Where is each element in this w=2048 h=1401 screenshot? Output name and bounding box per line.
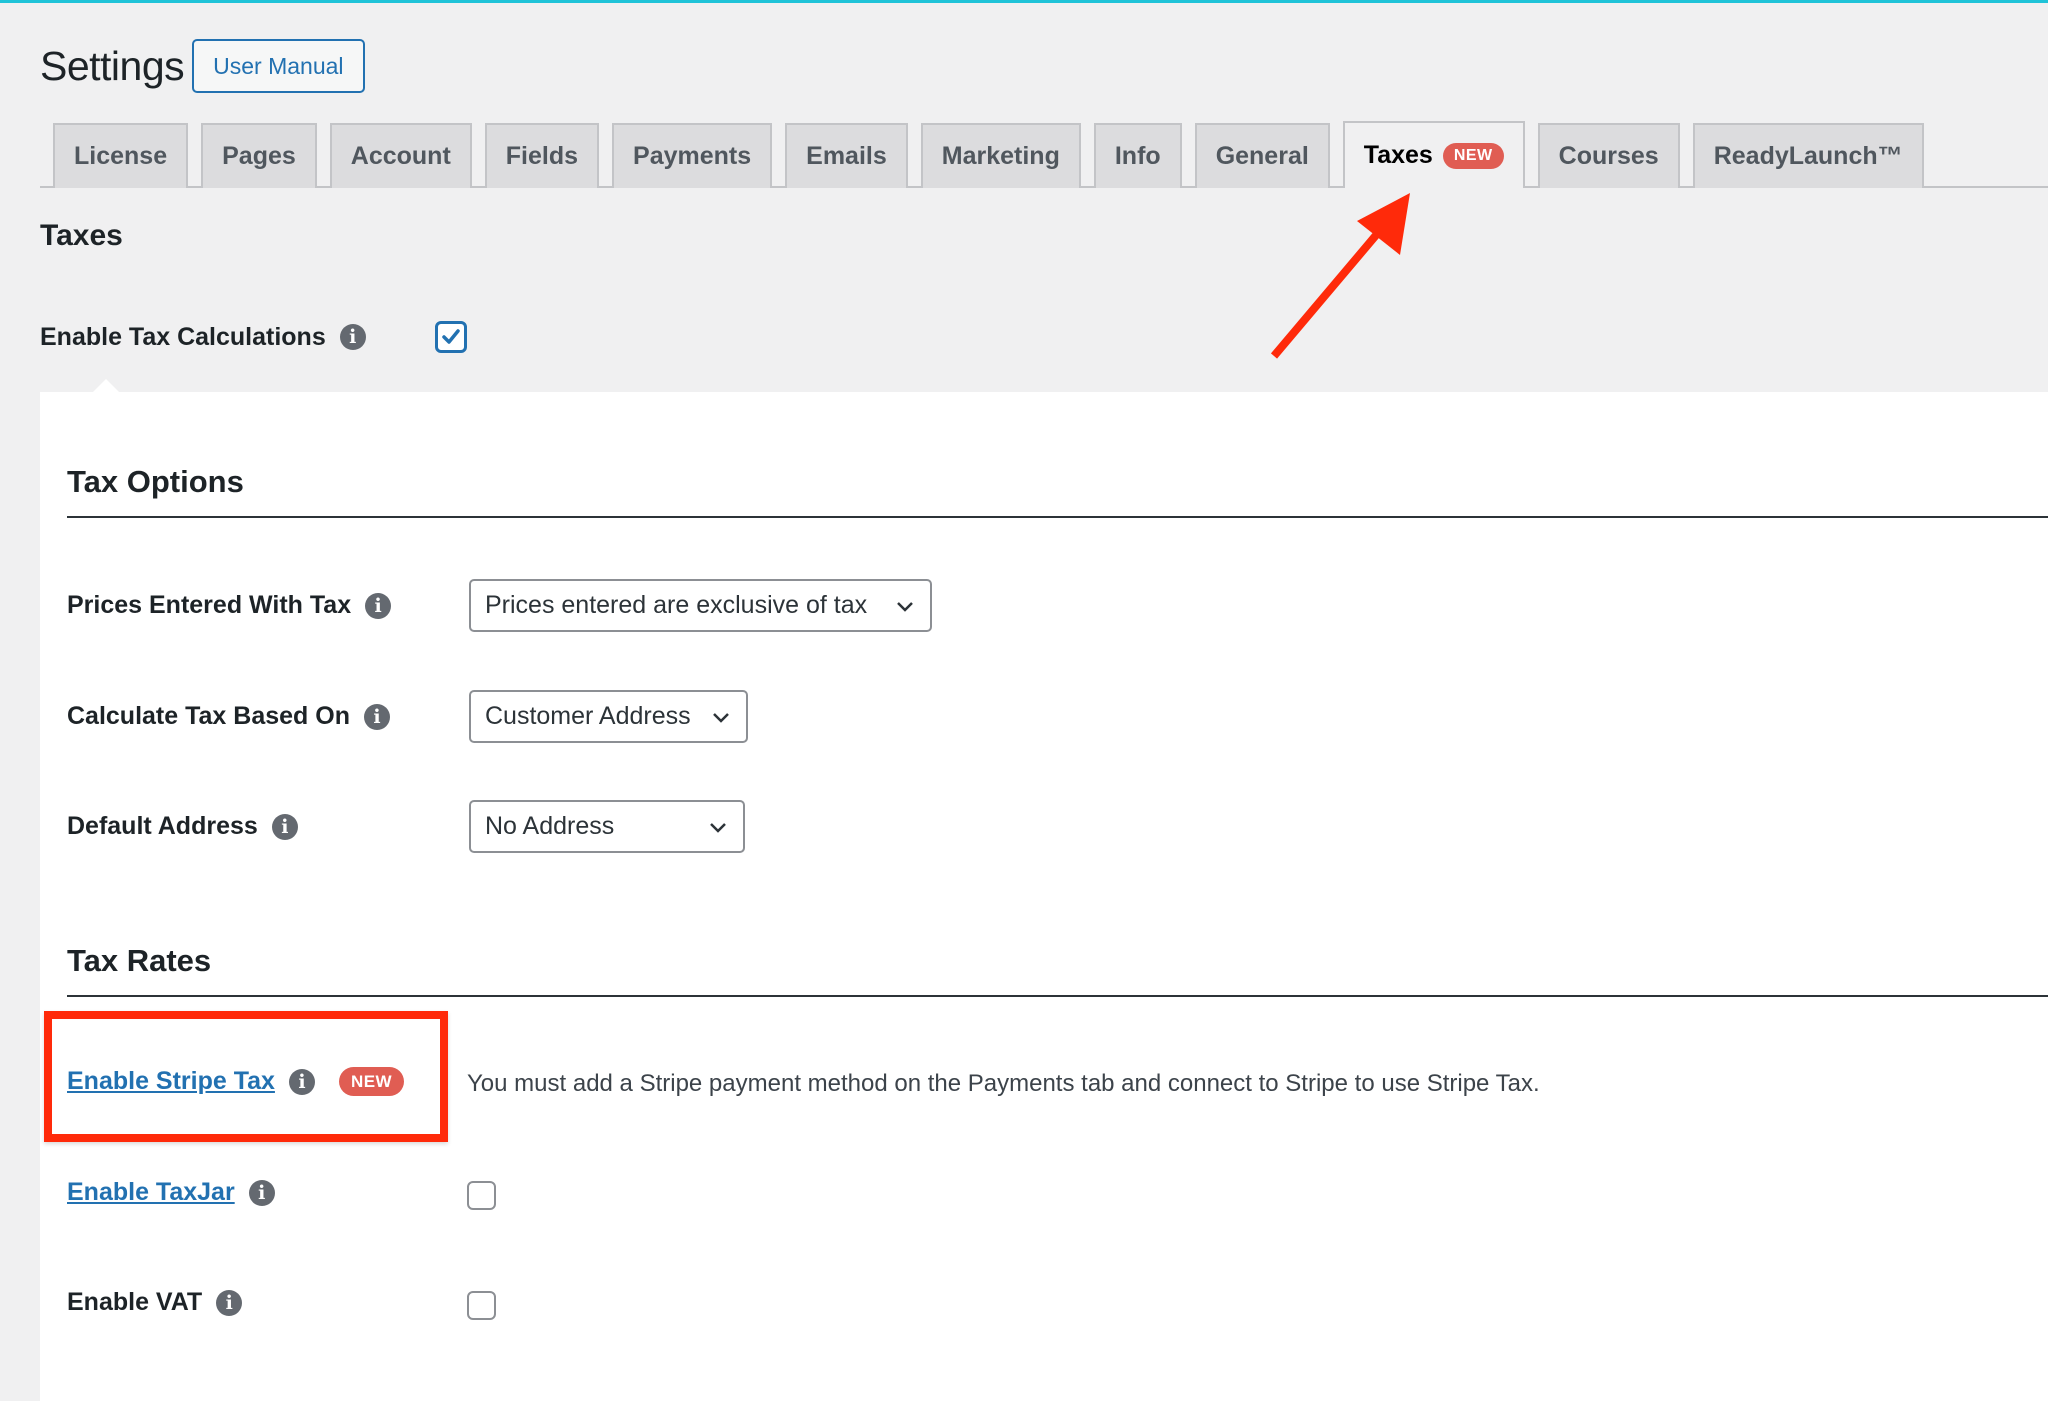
tab-label: Payments [633, 142, 752, 170]
tab-label: Fields [505, 142, 579, 170]
chevron-down-icon [897, 602, 913, 612]
stripe-tax-description: You must add a Stripe payment method on … [467, 1070, 1540, 1097]
enable-taxjar-checkbox[interactable] [467, 1181, 496, 1210]
info-icon[interactable]: i [339, 324, 366, 350]
calculate-tax-based-on-select[interactable]: Customer Address [469, 690, 748, 743]
select-value: No Address [485, 812, 615, 840]
new-badge: NEW [1442, 142, 1504, 169]
tax-options-heading: Tax Options [67, 464, 244, 499]
chevron-down-icon [713, 713, 729, 723]
enable-tax-calculations-row: Enable Tax Calculations i [40, 321, 467, 353]
enable-tax-calculations-checkbox[interactable] [434, 321, 467, 353]
enable-taxjar-link[interactable]: Enable TaxJar [67, 1178, 235, 1207]
info-icon[interactable]: i [365, 592, 392, 619]
tab-label: Info [1114, 142, 1161, 170]
tab-label: Courses [1558, 142, 1659, 170]
tab-readylaunch[interactable]: ReadyLaunch™ [1692, 123, 1924, 188]
tab-label: License [74, 142, 168, 170]
calculate-tax-based-on-row: Calculate Tax Based On i [67, 702, 390, 731]
tab-label: Marketing [941, 142, 1060, 170]
tab-payments[interactable]: Payments [612, 123, 773, 188]
tab-pages[interactable]: Pages [201, 123, 317, 188]
prices-entered-with-tax-row: Prices Entered With Tax i [67, 591, 392, 620]
enable-vat-row: Enable VAT i [67, 1288, 243, 1317]
tab-label: Account [350, 142, 451, 170]
tab-courses[interactable]: Courses [1537, 123, 1680, 188]
tab-label: Emails [806, 142, 887, 170]
info-icon[interactable]: i [363, 703, 390, 730]
default-address-label: Default Address [67, 812, 258, 840]
chevron-down-icon [710, 823, 726, 833]
tab-taxes[interactable]: Taxes NEW [1342, 121, 1525, 188]
tax-settings-panel: Tax Options Prices Entered With Tax i Pr… [40, 392, 2048, 1401]
tab-label: General [1215, 142, 1309, 170]
tab-label: Taxes [1363, 141, 1433, 169]
divider [67, 995, 2048, 997]
enable-vat-checkbox[interactable] [467, 1291, 496, 1320]
user-manual-button[interactable]: User Manual [192, 39, 365, 93]
tax-rates-heading: Tax Rates [67, 943, 212, 978]
panel-pointer [92, 379, 120, 393]
new-badge: NEW [338, 1067, 405, 1096]
tab-label: ReadyLaunch™ [1713, 142, 1903, 170]
select-value: Customer Address [485, 702, 691, 730]
page-title: Settings [40, 42, 185, 89]
enable-stripe-tax-row: Enable Stripe Tax i NEW [67, 1067, 405, 1096]
settings-tabs: License Pages Account Fields Payments Em… [40, 121, 2048, 188]
info-icon[interactable]: i [271, 813, 298, 840]
checkmark-icon [441, 329, 460, 344]
prices-entered-with-tax-select[interactable]: Prices entered are exclusive of tax [469, 579, 932, 632]
calculate-tax-based-on-label: Calculate Tax Based On [67, 702, 350, 730]
info-icon[interactable]: i [216, 1289, 243, 1316]
info-icon[interactable]: i [288, 1068, 315, 1095]
tab-marketing[interactable]: Marketing [920, 123, 1081, 188]
tab-label: Pages [222, 142, 296, 170]
tab-account[interactable]: Account [329, 123, 472, 188]
select-value: Prices entered are exclusive of tax [485, 591, 868, 619]
tab-license[interactable]: License [53, 123, 189, 188]
tab-fields[interactable]: Fields [484, 123, 600, 188]
page-header: Settings User Manual [40, 39, 365, 93]
prices-entered-with-tax-label: Prices Entered With Tax [67, 591, 352, 619]
divider [67, 516, 2048, 518]
tab-general[interactable]: General [1194, 123, 1330, 188]
default-address-select[interactable]: No Address [469, 800, 745, 853]
info-icon[interactable]: i [248, 1179, 275, 1206]
default-address-row: Default Address i [67, 812, 298, 841]
tab-info[interactable]: Info [1093, 123, 1182, 188]
section-title: Taxes [40, 219, 123, 252]
enable-tax-calculations-label: Enable Tax Calculations [40, 322, 326, 351]
annotation-arrow-icon [1270, 193, 1410, 359]
tab-emails[interactable]: Emails [785, 123, 908, 188]
enable-vat-label: Enable VAT [67, 1288, 203, 1316]
enable-stripe-tax-link[interactable]: Enable Stripe Tax [67, 1067, 275, 1096]
enable-taxjar-row: Enable TaxJar i [67, 1178, 275, 1207]
